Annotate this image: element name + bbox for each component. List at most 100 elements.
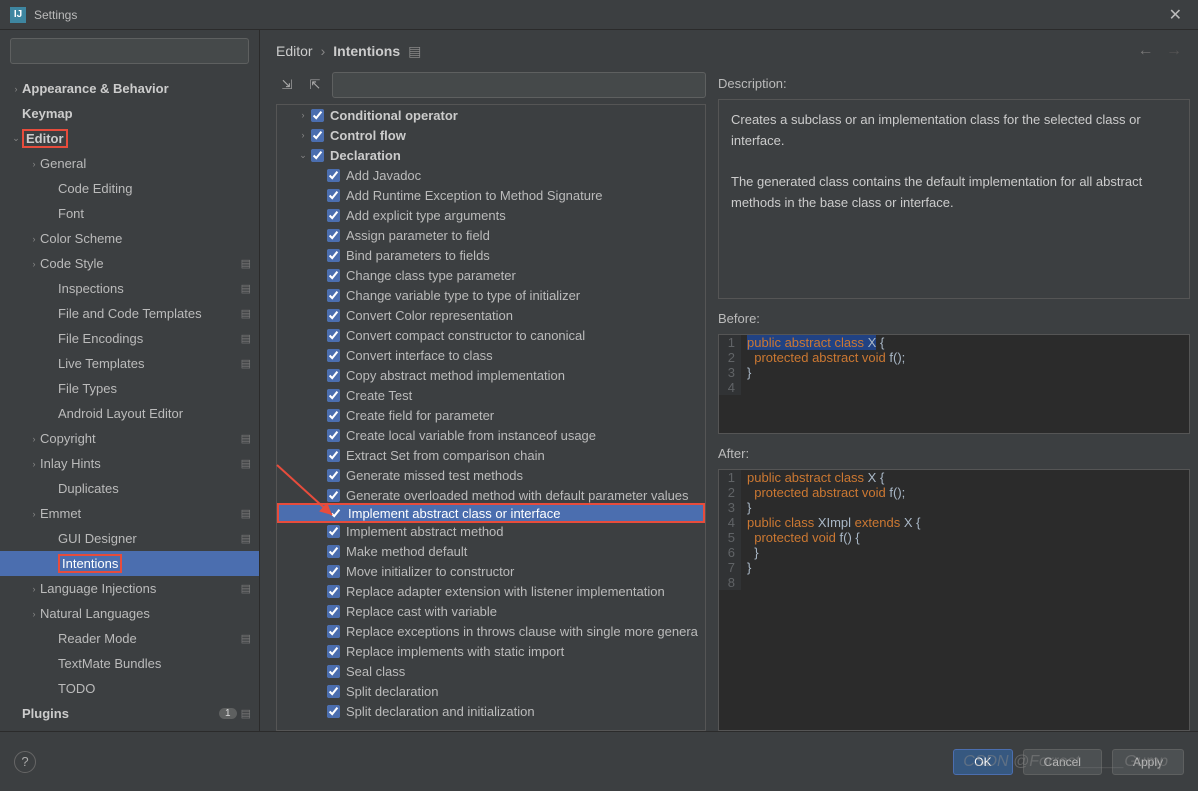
intention-generate-missed-test-methods[interactable]: Generate missed test methods [277, 465, 705, 485]
help-button[interactable]: ? [14, 751, 36, 773]
intention-checkbox[interactable] [327, 565, 340, 578]
sidebar-item-copyright[interactable]: ›Copyright▤ [0, 426, 259, 451]
intention-change-variable-type-to-type-of-initiali[interactable]: Change variable type to type of initiali… [277, 285, 705, 305]
intention-create-field-for-parameter[interactable]: Create field for parameter [277, 405, 705, 425]
intention-checkbox[interactable] [327, 329, 340, 342]
sidebar-item-language-injections[interactable]: ›Language Injections▤ [0, 576, 259, 601]
sidebar-item-duplicates[interactable]: Duplicates [0, 476, 259, 501]
sidebar-search-input[interactable] [10, 38, 249, 64]
intention-checkbox[interactable] [327, 269, 340, 282]
sidebar-item-color-scheme[interactable]: ›Color Scheme [0, 226, 259, 251]
intention-checkbox[interactable] [311, 109, 324, 122]
intention-conditional-operator[interactable]: ›Conditional operator [277, 105, 705, 125]
sidebar-item-general[interactable]: ›General [0, 151, 259, 176]
sidebar-item-todo[interactable]: TODO [0, 676, 259, 701]
sidebar-item-inlay-hints[interactable]: ›Inlay Hints▤ [0, 451, 259, 476]
sidebar-item-appearance-behavior[interactable]: ›Appearance & Behavior [0, 76, 259, 101]
sidebar-item-file-types[interactable]: File Types [0, 376, 259, 401]
intention-checkbox[interactable] [327, 705, 340, 718]
intention-checkbox[interactable] [311, 129, 324, 142]
expand-all-icon[interactable]: ⇲ [276, 74, 298, 96]
intention-checkbox[interactable] [327, 229, 340, 242]
sidebar-item-android-layout-editor[interactable]: Android Layout Editor [0, 401, 259, 426]
sidebar-item-editor[interactable]: ⌄Editor [0, 126, 259, 151]
intention-checkbox[interactable] [327, 525, 340, 538]
intention-checkbox[interactable] [327, 605, 340, 618]
intention-assign-parameter-to-field[interactable]: Assign parameter to field [277, 225, 705, 245]
sidebar-item-version-control[interactable]: ›Version Control▤ [0, 726, 259, 731]
intention-control-flow[interactable]: ›Control flow [277, 125, 705, 145]
intention-checkbox[interactable] [327, 209, 340, 222]
sidebar-item-emmet[interactable]: ›Emmet▤ [0, 501, 259, 526]
intention-checkbox[interactable] [327, 389, 340, 402]
ok-button[interactable]: OK [953, 749, 1012, 775]
intention-extract-set-from-comparison-chain[interactable]: Extract Set from comparison chain [277, 445, 705, 465]
sidebar-item-plugins[interactable]: Plugins1▤ [0, 701, 259, 726]
intention-checkbox[interactable] [327, 249, 340, 262]
cancel-button[interactable]: Cancel [1023, 749, 1102, 775]
sidebar-item-live-templates[interactable]: Live Templates▤ [0, 351, 259, 376]
intention-checkbox[interactable] [327, 189, 340, 202]
intention-create-local-variable-from-instanceof-us[interactable]: Create local variable from instanceof us… [277, 425, 705, 445]
intention-replace-cast-with-variable[interactable]: Replace cast with variable [277, 601, 705, 621]
intention-generate-overloaded-method-with-default-[interactable]: Generate overloaded method with default … [277, 485, 705, 505]
intention-create-test[interactable]: Create Test [277, 385, 705, 405]
sidebar-item-inspections[interactable]: Inspections▤ [0, 276, 259, 301]
intention-replace-adapter-extension-with-listener-[interactable]: Replace adapter extension with listener … [277, 581, 705, 601]
intention-move-initializer-to-constructor[interactable]: Move initializer to constructor [277, 561, 705, 581]
intention-bind-parameters-to-fields[interactable]: Bind parameters to fields [277, 245, 705, 265]
intention-copy-abstract-method-implementation[interactable]: Copy abstract method implementation [277, 365, 705, 385]
intention-checkbox[interactable] [327, 665, 340, 678]
sidebar-item-textmate-bundles[interactable]: TextMate Bundles [0, 651, 259, 676]
intention-make-method-default[interactable]: Make method default [277, 541, 705, 561]
intention-checkbox[interactable] [327, 289, 340, 302]
intention-seal-class[interactable]: Seal class [277, 661, 705, 681]
intention-split-declaration-and-initialization[interactable]: Split declaration and initialization [277, 701, 705, 721]
intention-checkbox[interactable] [327, 449, 340, 462]
intention-checkbox[interactable] [327, 409, 340, 422]
intention-checkbox[interactable] [327, 645, 340, 658]
sidebar-item-intentions[interactable]: Intentions [0, 551, 259, 576]
intention-checkbox[interactable] [327, 489, 340, 502]
sidebar-item-gui-designer[interactable]: GUI Designer▤ [0, 526, 259, 551]
collapse-all-icon[interactable]: ⇱ [304, 74, 326, 96]
intention-replace-implements-with-static-import[interactable]: Replace implements with static import [277, 641, 705, 661]
intention-checkbox[interactable] [327, 349, 340, 362]
sidebar-item-code-editing[interactable]: Code Editing [0, 176, 259, 201]
intention-replace-exceptions-in-throws-clause-with[interactable]: Replace exceptions in throws clause with… [277, 621, 705, 641]
nav-forward-icon[interactable]: → [1166, 42, 1182, 59]
intention-search-input[interactable] [332, 72, 706, 98]
apply-button[interactable]: Apply [1112, 749, 1184, 775]
intention-convert-color-representation[interactable]: Convert Color representation [277, 305, 705, 325]
breadcrumb-editor[interactable]: Editor [276, 43, 313, 59]
intention-checkbox[interactable] [327, 309, 340, 322]
sidebar-item-code-style[interactable]: ›Code Style▤ [0, 251, 259, 276]
intention-change-class-type-parameter[interactable]: Change class type parameter [277, 265, 705, 285]
intention-implement-abstract-method[interactable]: Implement abstract method [277, 521, 705, 541]
intention-list[interactable]: ›Conditional operator›Control flow⌄Decla… [276, 104, 706, 731]
sidebar-item-keymap[interactable]: Keymap [0, 101, 259, 126]
intention-checkbox[interactable] [327, 429, 340, 442]
intention-checkbox[interactable] [327, 585, 340, 598]
intention-checkbox[interactable] [311, 149, 324, 162]
intention-add-javadoc[interactable]: Add Javadoc [277, 165, 705, 185]
intention-add-runtime-exception-to-method-signatur[interactable]: Add Runtime Exception to Method Signatur… [277, 185, 705, 205]
intention-checkbox[interactable] [327, 545, 340, 558]
sidebar-item-file-encodings[interactable]: File Encodings▤ [0, 326, 259, 351]
sidebar-item-file-and-code-templates[interactable]: File and Code Templates▤ [0, 301, 259, 326]
sidebar-item-font[interactable]: Font [0, 201, 259, 226]
intention-checkbox[interactable] [327, 625, 340, 638]
intention-checkbox[interactable] [329, 507, 342, 520]
intention-convert-compact-constructor-to-canonical[interactable]: Convert compact constructor to canonical [277, 325, 705, 345]
sidebar-tree[interactable]: ›Appearance & BehaviorKeymap⌄Editor›Gene… [0, 72, 259, 731]
sidebar-item-natural-languages[interactable]: ›Natural Languages [0, 601, 259, 626]
intention-convert-interface-to-class[interactable]: Convert interface to class [277, 345, 705, 365]
intention-implement-abstract-class-or-interface[interactable]: Implement abstract class or interface [277, 503, 705, 523]
nav-back-icon[interactable]: ← [1138, 42, 1154, 59]
intention-checkbox[interactable] [327, 369, 340, 382]
intention-split-declaration[interactable]: Split declaration [277, 681, 705, 701]
sidebar-item-reader-mode[interactable]: Reader Mode▤ [0, 626, 259, 651]
close-icon[interactable]: ✕ [1163, 5, 1188, 25]
intention-checkbox[interactable] [327, 685, 340, 698]
intention-checkbox[interactable] [327, 169, 340, 182]
